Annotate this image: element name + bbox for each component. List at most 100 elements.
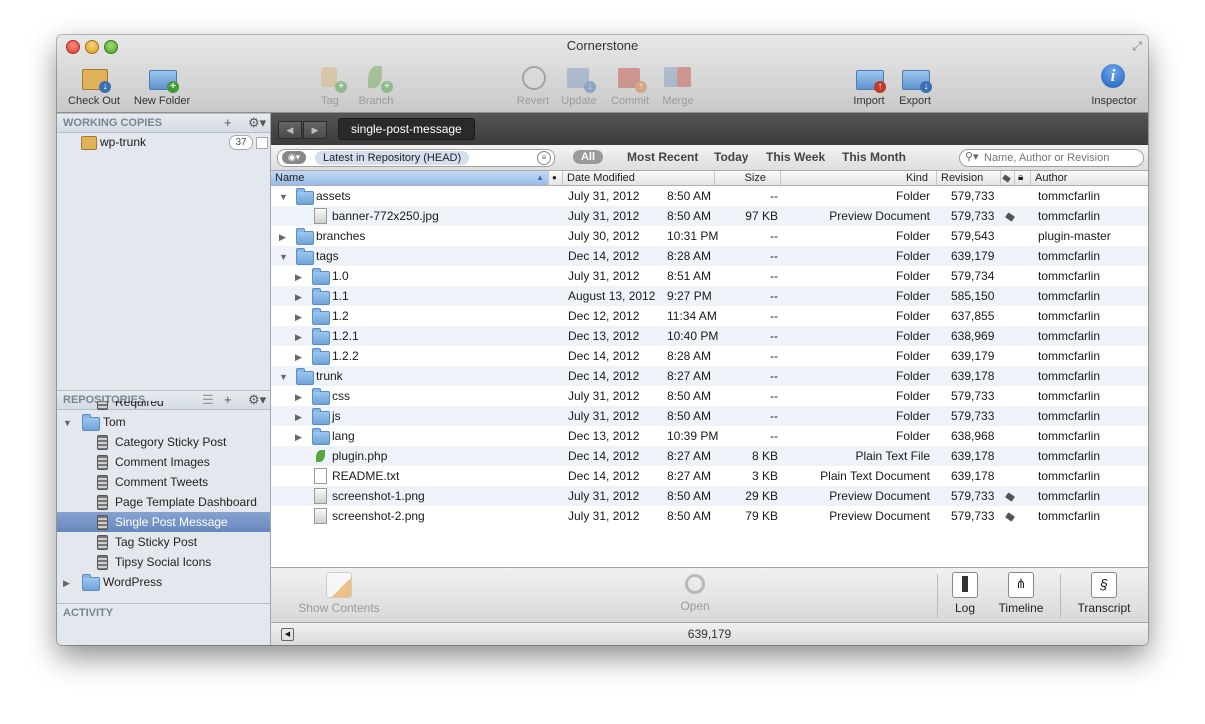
table-row[interactable]: screenshot-2.png July 31, 2012 8:50 AM 79 K… — [271, 506, 1148, 526]
export-button[interactable]: ↓ Export — [895, 63, 935, 107]
disclosure-closed-icon[interactable]: ▶ — [295, 307, 302, 327]
revision-options-icon[interactable]: ≡ — [537, 151, 551, 165]
update-button[interactable]: ↓ Update — [559, 63, 599, 107]
cell-author: tommcfarlin — [1038, 289, 1101, 303]
log-button[interactable]: Log — [950, 572, 980, 615]
merge-button[interactable]: Merge — [659, 63, 697, 107]
back-button[interactable]: ◀ — [278, 121, 302, 139]
cell-author: tommcfarlin — [1038, 489, 1101, 503]
table-row[interactable]: ▼ trunk Dec 14, 2012 8:27 AM -- Folder 639,178… — [271, 366, 1148, 386]
table-row[interactable]: ▶ 1.1 August 13, 2012 9:27 PM -- Folder 585,15… — [271, 286, 1148, 306]
cell-revision: 639,179 — [951, 349, 995, 363]
cell-author: tommcfarlin — [1038, 309, 1101, 323]
open-button[interactable]: Open — [675, 572, 715, 613]
disclosure-closed-icon[interactable]: ▶ — [279, 227, 286, 247]
repository-item[interactable]: Tag Sticky Post — [57, 532, 270, 552]
path-component[interactable]: single-post-message — [338, 118, 475, 140]
current-revision: 639,179 — [687, 627, 732, 641]
column-kind[interactable]: Kind — [781, 171, 937, 185]
column-author[interactable]: Author — [1031, 171, 1148, 185]
commit-button[interactable]: ↑ Commit — [606, 63, 654, 107]
disclosure-closed-icon[interactable]: ▶ — [295, 327, 302, 347]
gear-icon[interactable]: ⚙▾ — [248, 114, 266, 132]
add-working-copy-icon[interactable]: + — [224, 114, 232, 132]
disclosure-closed-icon[interactable]: ▶ — [295, 427, 302, 447]
revert-button[interactable]: Revert — [515, 63, 551, 107]
repository-item[interactable]: Page Template Dashboard — [57, 492, 270, 512]
checkout-button[interactable]: ↓ Check Out — [65, 63, 123, 107]
log-icon — [952, 572, 978, 598]
filter-all[interactable]: All — [573, 150, 603, 164]
search-input[interactable] — [984, 151, 1134, 165]
column-size[interactable]: Size — [715, 171, 781, 185]
table-row[interactable]: ▼ assets July 31, 2012 8:50 AM -- Folder 579,7… — [271, 186, 1148, 206]
disclosure-open-icon[interactable]: ▼ — [63, 413, 72, 433]
repository-group[interactable]: ▼ Tom — [57, 412, 270, 432]
new-folder-button[interactable]: + New Folder — [131, 63, 193, 107]
cell-time: 8:27 AM — [667, 469, 712, 483]
table-row[interactable]: plugin.php Dec 14, 2012 8:27 AM 8 KB Plain T… — [271, 446, 1148, 466]
column-revision[interactable]: Revision — [937, 171, 1001, 185]
column-date-modified[interactable]: Date Modified — [563, 171, 715, 185]
disclosure-open-icon[interactable]: ▼ — [279, 247, 288, 267]
forward-button[interactable]: ▶ — [303, 121, 327, 139]
repository-item[interactable]: Required — [57, 401, 270, 412]
table-row[interactable]: ▶ 1.2 Dec 12, 2012 11:34 AM -- Folder 637,855 t… — [271, 306, 1148, 326]
table-row[interactable]: ▶ 1.0 July 31, 2012 8:51 AM -- Folder 579,734 t… — [271, 266, 1148, 286]
import-button[interactable]: ↑ Import — [849, 63, 889, 107]
repository-item[interactable]: Comment Images — [57, 452, 270, 472]
fullscreen-icon[interactable]: ⤢ — [1132, 39, 1142, 54]
cell-kind: Folder — [895, 249, 930, 263]
disclosure-closed-icon[interactable]: ▶ — [295, 407, 302, 427]
table-row[interactable]: ▶ css July 31, 2012 8:50 AM -- Folder 579,733 t… — [271, 386, 1148, 406]
column-status[interactable]: ● — [549, 171, 563, 185]
repository-item[interactable]: Category Sticky Post — [57, 432, 270, 452]
disclosure-closed-icon[interactable]: ▶ — [63, 573, 70, 593]
cell-date: Dec 12, 2012 — [568, 309, 640, 323]
inspector-button[interactable]: i Inspector — [1087, 63, 1141, 107]
show-contents-button[interactable]: Show Contents — [297, 572, 381, 615]
table-row[interactable]: ▼ tags Dec 14, 2012 8:28 AM -- Folder 639,179 t… — [271, 246, 1148, 266]
table-row[interactable]: ▶ js July 31, 2012 8:50 AM -- Folder 579,733 to… — [271, 406, 1148, 426]
disclosure-open-icon[interactable]: ▼ — [279, 187, 288, 207]
cell-time: 11:34 AM — [667, 309, 717, 323]
filter-most-recent[interactable]: Most Recent — [627, 150, 698, 164]
repository-item[interactable]: Single Post Message — [57, 512, 270, 532]
tag-button[interactable]: + Tag — [315, 63, 347, 107]
disclosure-closed-icon[interactable]: ▶ — [295, 347, 302, 367]
table-row[interactable]: banner-772x250.jpg July 31, 2012 8:50 AM 97… — [271, 206, 1148, 226]
table-row[interactable]: ▶ 1.2.1 Dec 13, 2012 10:40 PM -- Folder 638,96… — [271, 326, 1148, 346]
cell-author: tommcfarlin — [1038, 349, 1101, 363]
cell-size: -- — [770, 429, 778, 443]
status-checkbox[interactable] — [256, 137, 268, 149]
filter-this-week[interactable]: This Week — [766, 150, 825, 164]
branch-button[interactable]: + Branch — [355, 63, 397, 107]
disclosure-open-icon[interactable]: ▼ — [279, 367, 288, 387]
column-lock[interactable]: 🔒︎ — [1015, 171, 1031, 185]
repository-item[interactable]: Comment Tweets — [57, 472, 270, 492]
cell-time: 8:50 AM — [667, 209, 712, 223]
disclosure-closed-icon[interactable]: ▶ — [295, 287, 302, 307]
table-row[interactable]: README.txt Dec 14, 2012 8:27 AM 3 KB Plain T… — [271, 466, 1148, 486]
working-copy-item[interactable]: wp-trunk 37 — [79, 133, 268, 151]
cell-revision: 638,969 — [951, 329, 995, 343]
column-tag[interactable] — [1001, 171, 1015, 185]
search-field[interactable]: ⚲▾ — [959, 149, 1144, 167]
table-row[interactable]: screenshot-1.png July 31, 2012 8:50 AM 29 K… — [271, 486, 1148, 506]
disclosure-closed-icon[interactable]: ▶ — [295, 267, 302, 287]
filter-today[interactable]: Today — [714, 150, 748, 164]
cell-time: 8:50 AM — [667, 389, 712, 403]
transcript-button[interactable]: § Transcript — [1073, 572, 1135, 615]
filter-this-month[interactable]: This Month — [842, 150, 906, 164]
revision-selector[interactable]: ◉▾ Latest in Repository (HEAD) ≡ — [277, 149, 555, 167]
table-row[interactable]: ▶ branches July 30, 2012 10:31 PM -- Folder 57… — [271, 226, 1148, 246]
timeline-button[interactable]: ⋔ Timeline — [995, 572, 1047, 615]
cell-kind: Preview Document — [829, 509, 930, 523]
table-row[interactable]: ▶ 1.2.2 Dec 14, 2012 8:28 AM -- Folder 639,179… — [271, 346, 1148, 366]
disclosure-closed-icon[interactable]: ▶ — [295, 387, 302, 407]
repository-item[interactable]: Tipsy Social Icons — [57, 552, 270, 572]
table-row[interactable]: ▶ lang Dec 13, 2012 10:39 PM -- Folder 638,968… — [271, 426, 1148, 446]
column-name[interactable]: Name ▲ — [271, 171, 549, 185]
repository-group[interactable]: ▶ WordPress — [57, 572, 270, 592]
cell-author: tommcfarlin — [1038, 469, 1101, 483]
